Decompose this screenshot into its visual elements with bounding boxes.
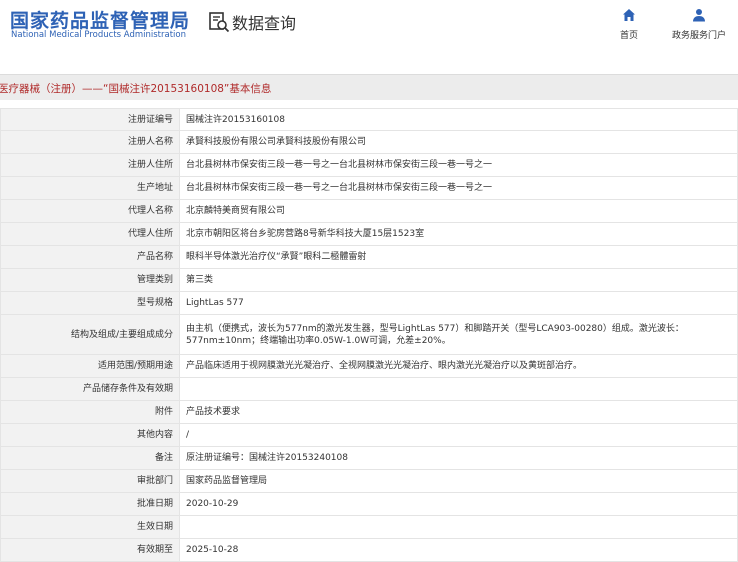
detail-table: 注册证编号 国械注许20153160108 注册人名称 承賢科技股份有限公司承賢… <box>0 108 738 562</box>
field-value: 国家药品监督管理局 <box>179 469 738 493</box>
table-row: 型号规格 LightLas 577 <box>0 291 738 315</box>
field-label: 备注 <box>0 446 180 470</box>
field-value: 原注册证编号：国械注许20153240108 <box>179 446 738 470</box>
field-value: 第三类 <box>179 268 738 292</box>
field-label: 产品储存条件及有效期 <box>0 377 180 401</box>
field-label: 其他内容 <box>0 423 180 447</box>
table-row: 代理人住所 北京市朝阳区将台乡驼房营路8号新华科技大厦15层1523室 <box>0 222 738 246</box>
table-row: 适用范围/预期用途 产品临床适用于视网膜激光光凝治疗、全视网膜激光光凝治疗、眼内… <box>0 354 738 378</box>
field-label: 生产地址 <box>0 176 180 200</box>
table-row: 备注 原注册证编号：国械注许20153240108 <box>0 446 738 470</box>
data-query-icon <box>209 12 230 33</box>
table-row: 审批部门 国家药品监督管理局 <box>0 469 738 493</box>
record-title: 医疗器械（注册）——“国械注许20153160108”基本信息 <box>0 83 272 95</box>
field-value: LightLas 577 <box>179 291 738 315</box>
field-value: 2020-10-29 <box>179 492 738 516</box>
field-value: 2025-10-28 <box>179 538 738 562</box>
table-row: 注册人名称 承賢科技股份有限公司承賢科技股份有限公司 <box>0 130 738 154</box>
table-row: 其他内容 / <box>0 423 738 447</box>
table-row: 批准日期 2020-10-29 <box>0 492 738 516</box>
field-value: 产品临床适用于视网膜激光光凝治疗、全视网膜激光光凝治疗、眼内激光光凝治疗以及黄斑… <box>179 354 738 378</box>
table-row: 有效期至 2025-10-28 <box>0 538 738 562</box>
field-label: 有效期至 <box>0 538 180 562</box>
field-label: 适用范围/预期用途 <box>0 354 180 378</box>
field-value: 台北县树林市保安街三段一巷一号之一台北县树林市保安街三段一巷一号之一 <box>179 176 738 200</box>
section-title: 数据查询 <box>232 14 297 33</box>
field-label: 注册证编号 <box>0 108 180 131</box>
table-row: 注册证编号 国械注许20153160108 <box>0 108 738 131</box>
table-row: 生产地址 台北县树林市保安街三段一巷一号之一台北县树林市保安街三段一巷一号之一 <box>0 176 738 200</box>
field-label: 管理类别 <box>0 268 180 292</box>
table-row: 管理类别 第三类 <box>0 268 738 292</box>
user-icon <box>693 9 705 22</box>
site-logo-title[interactable]: 国家药品监督管理局 <box>10 6 190 33</box>
field-label: 注册人住所 <box>0 153 180 177</box>
table-row: 注册人住所 台北县树林市保安街三段一巷一号之一台北县树林市保安街三段一巷一号之一 <box>0 153 738 177</box>
field-label: 代理人住所 <box>0 222 180 246</box>
nav-home-label: 首页 <box>620 31 639 41</box>
field-value <box>179 515 738 539</box>
field-label: 注册人名称 <box>0 130 180 154</box>
table-row: 产品储存条件及有效期 <box>0 377 738 401</box>
field-value: 眼科半导体激光治疗仪“承賢”眼科二極體雷射 <box>179 245 738 269</box>
field-label: 产品名称 <box>0 245 180 269</box>
nav-service-label: 政务服务门户 <box>672 31 727 41</box>
section-heading: 数据查询 <box>208 10 296 34</box>
field-value: 国械注许20153160108 <box>179 108 738 131</box>
nav-home[interactable]: 首页 <box>620 8 638 41</box>
field-label: 结构及组成/主要组成成分 <box>0 314 180 355</box>
table-row: 代理人名称 北京麟特美商贸有限公司 <box>0 199 738 223</box>
field-label: 生效日期 <box>0 515 180 539</box>
table-row: 结构及组成/主要组成成分 由主机（便携式，波长为577nm的激光发生器，型号Li… <box>0 314 738 355</box>
field-label: 批准日期 <box>0 492 180 516</box>
table-row: 附件 产品技术要求 <box>0 400 738 424</box>
field-value: 由主机（便携式，波长为577nm的激光发生器，型号LightLas 577）和脚… <box>179 314 738 355</box>
field-value: 承賢科技股份有限公司承賢科技股份有限公司 <box>179 130 738 154</box>
field-value: 北京麟特美商贸有限公司 <box>179 199 738 223</box>
field-label: 代理人名称 <box>0 199 180 223</box>
table-row: 生效日期 <box>0 515 738 539</box>
nav-service-portal[interactable]: 政务服务门户 <box>672 8 726 41</box>
record-title-bar: 医疗器械（注册）——“国械注许20153160108”基本信息 <box>0 74 738 100</box>
table-row: 产品名称 眼科半导体激光治疗仪“承賢”眼科二極體雷射 <box>0 245 738 269</box>
field-label: 附件 <box>0 400 180 424</box>
site-logo-subtitle: National Medical Products Administration <box>11 30 186 40</box>
field-label: 审批部门 <box>0 469 180 493</box>
field-value: 产品技术要求 <box>179 400 738 424</box>
site-header: 国家药品监督管理局 National Medical Products Admi… <box>0 0 738 48</box>
home-icon <box>623 9 635 21</box>
field-value: 北京市朝阳区将台乡驼房营路8号新华科技大厦15层1523室 <box>179 222 738 246</box>
field-value: 台北县树林市保安街三段一巷一号之一台北县树林市保安街三段一巷一号之一 <box>179 153 738 177</box>
field-value <box>179 377 738 401</box>
field-value: / <box>179 423 738 447</box>
field-label: 型号规格 <box>0 291 180 315</box>
